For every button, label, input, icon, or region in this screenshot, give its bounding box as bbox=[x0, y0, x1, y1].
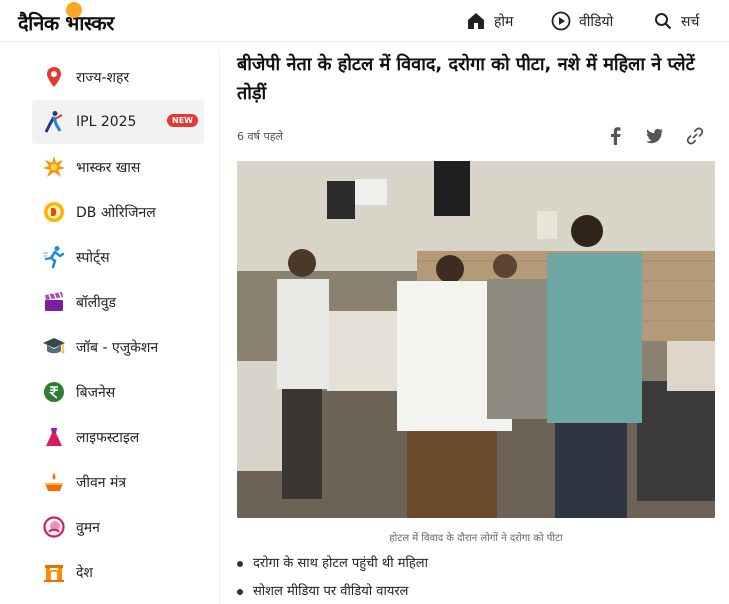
article: बीजेपी नेता के होटल में विवाद, दरोगा को … bbox=[237, 50, 715, 599]
sidebar-item-label: जीवन मंत्र bbox=[76, 474, 127, 491]
sidebar-item-jeevan-mantra[interactable]: जीवन मंत्र bbox=[32, 460, 204, 504]
location-pin-icon bbox=[42, 65, 66, 89]
logo-sun-icon bbox=[66, 2, 82, 18]
publish-time: 6 वर्ष पहले bbox=[237, 130, 284, 143]
india-gate-icon bbox=[42, 560, 66, 584]
graduation-cap-icon bbox=[42, 335, 66, 359]
home-icon bbox=[466, 11, 486, 31]
sidebar-item-label: बॉलीवुड bbox=[76, 294, 117, 311]
article-headline: बीजेपी नेता के होटल में विवाद, दरोगा को … bbox=[237, 54, 695, 104]
sidebar-item-women[interactable]: वुमन bbox=[32, 505, 204, 549]
highlight-item: दरोगा के साथ होटल पहुंची थी महिला bbox=[237, 554, 715, 582]
nav-video[interactable]: वीडियो bbox=[551, 0, 613, 42]
star-burst-icon bbox=[42, 155, 66, 179]
nav-video-label: वीडियो bbox=[579, 13, 614, 30]
sidebar-item-job-education[interactable]: जॉब - एजुकेशन bbox=[32, 325, 204, 369]
sidebar-item-desh[interactable]: देश bbox=[32, 550, 204, 594]
sidebar-item-business[interactable]: बिजनेस bbox=[32, 370, 204, 414]
nav-search-label: सर्च bbox=[681, 13, 700, 30]
sidebar-item-label: DB ओरिजिनल bbox=[76, 204, 156, 221]
women-icon bbox=[42, 515, 66, 539]
sidebar-item-bhaskar-khas[interactable]: भास्कर खास bbox=[32, 145, 204, 189]
sidebar-item-label: जॉब - एजुकेशन bbox=[76, 339, 159, 356]
sidebar-item-sports[interactable]: स्पोर्ट्स bbox=[32, 235, 204, 279]
article-meta: 6 वर्ष पहले bbox=[237, 126, 715, 148]
sidebar-item-label: स्पोर्ट्स bbox=[76, 249, 110, 266]
nav-home-label: होम bbox=[494, 13, 514, 30]
sidebar-item-label: वुमन bbox=[76, 519, 100, 536]
clapperboard-icon bbox=[42, 290, 66, 314]
db-original-icon bbox=[42, 200, 66, 224]
play-icon bbox=[551, 11, 571, 31]
sidebar-item-label: भास्कर खास bbox=[76, 159, 141, 176]
rupee-icon bbox=[42, 380, 66, 404]
sidebar-item-label: बिजनेस bbox=[76, 384, 116, 401]
site-logo[interactable]: दैनिक भास्कर bbox=[18, 2, 114, 38]
top-bar: दैनिक भास्कर होम वीडियो सर्च bbox=[0, 0, 729, 42]
dress-icon bbox=[42, 425, 66, 449]
sidebar-item-label: देश bbox=[76, 564, 93, 581]
search-icon bbox=[653, 11, 673, 31]
article-photo[interactable] bbox=[237, 161, 715, 518]
link-icon[interactable] bbox=[685, 126, 705, 146]
highlight-item: सोशल मीडिया पर वीडियो वायरल bbox=[237, 582, 715, 604]
sidebar-item-rajya-shahar[interactable]: राज्य-शहर bbox=[32, 55, 204, 99]
facebook-icon[interactable] bbox=[605, 126, 625, 146]
nav-home[interactable]: होम bbox=[466, 0, 513, 42]
diya-icon bbox=[42, 470, 66, 494]
sidebar-item-bollywood[interactable]: बॉलीवुड bbox=[32, 280, 204, 324]
sidebar-item-lifestyle[interactable]: लाइफस्टाइल bbox=[32, 415, 204, 459]
sidebar-item-label: लाइफस्टाइल bbox=[76, 429, 140, 446]
sidebar: राज्य-शहर IPL 2025 NEW भास्कर खास DB ओरि… bbox=[0, 50, 220, 604]
photo-caption: होटल में विवाद के दौरान लोगों ने दरोगा क… bbox=[389, 533, 563, 544]
twitter-icon[interactable] bbox=[645, 126, 665, 146]
runner-icon bbox=[42, 245, 66, 269]
sidebar-item-db-original[interactable]: DB ओरिजिनल bbox=[32, 190, 204, 234]
article-highlights: दरोगा के साथ होटल पहुंची थी महिला सोशल म… bbox=[237, 554, 715, 604]
new-badge: NEW bbox=[167, 114, 198, 127]
cricket-player-icon bbox=[42, 110, 66, 134]
sidebar-item-label: राज्य-शहर bbox=[76, 69, 130, 86]
sidebar-item-ipl[interactable]: IPL 2025 NEW bbox=[32, 100, 204, 144]
nav-search[interactable]: सर्च bbox=[653, 0, 699, 42]
sidebar-item-label: IPL 2025 bbox=[76, 114, 137, 130]
